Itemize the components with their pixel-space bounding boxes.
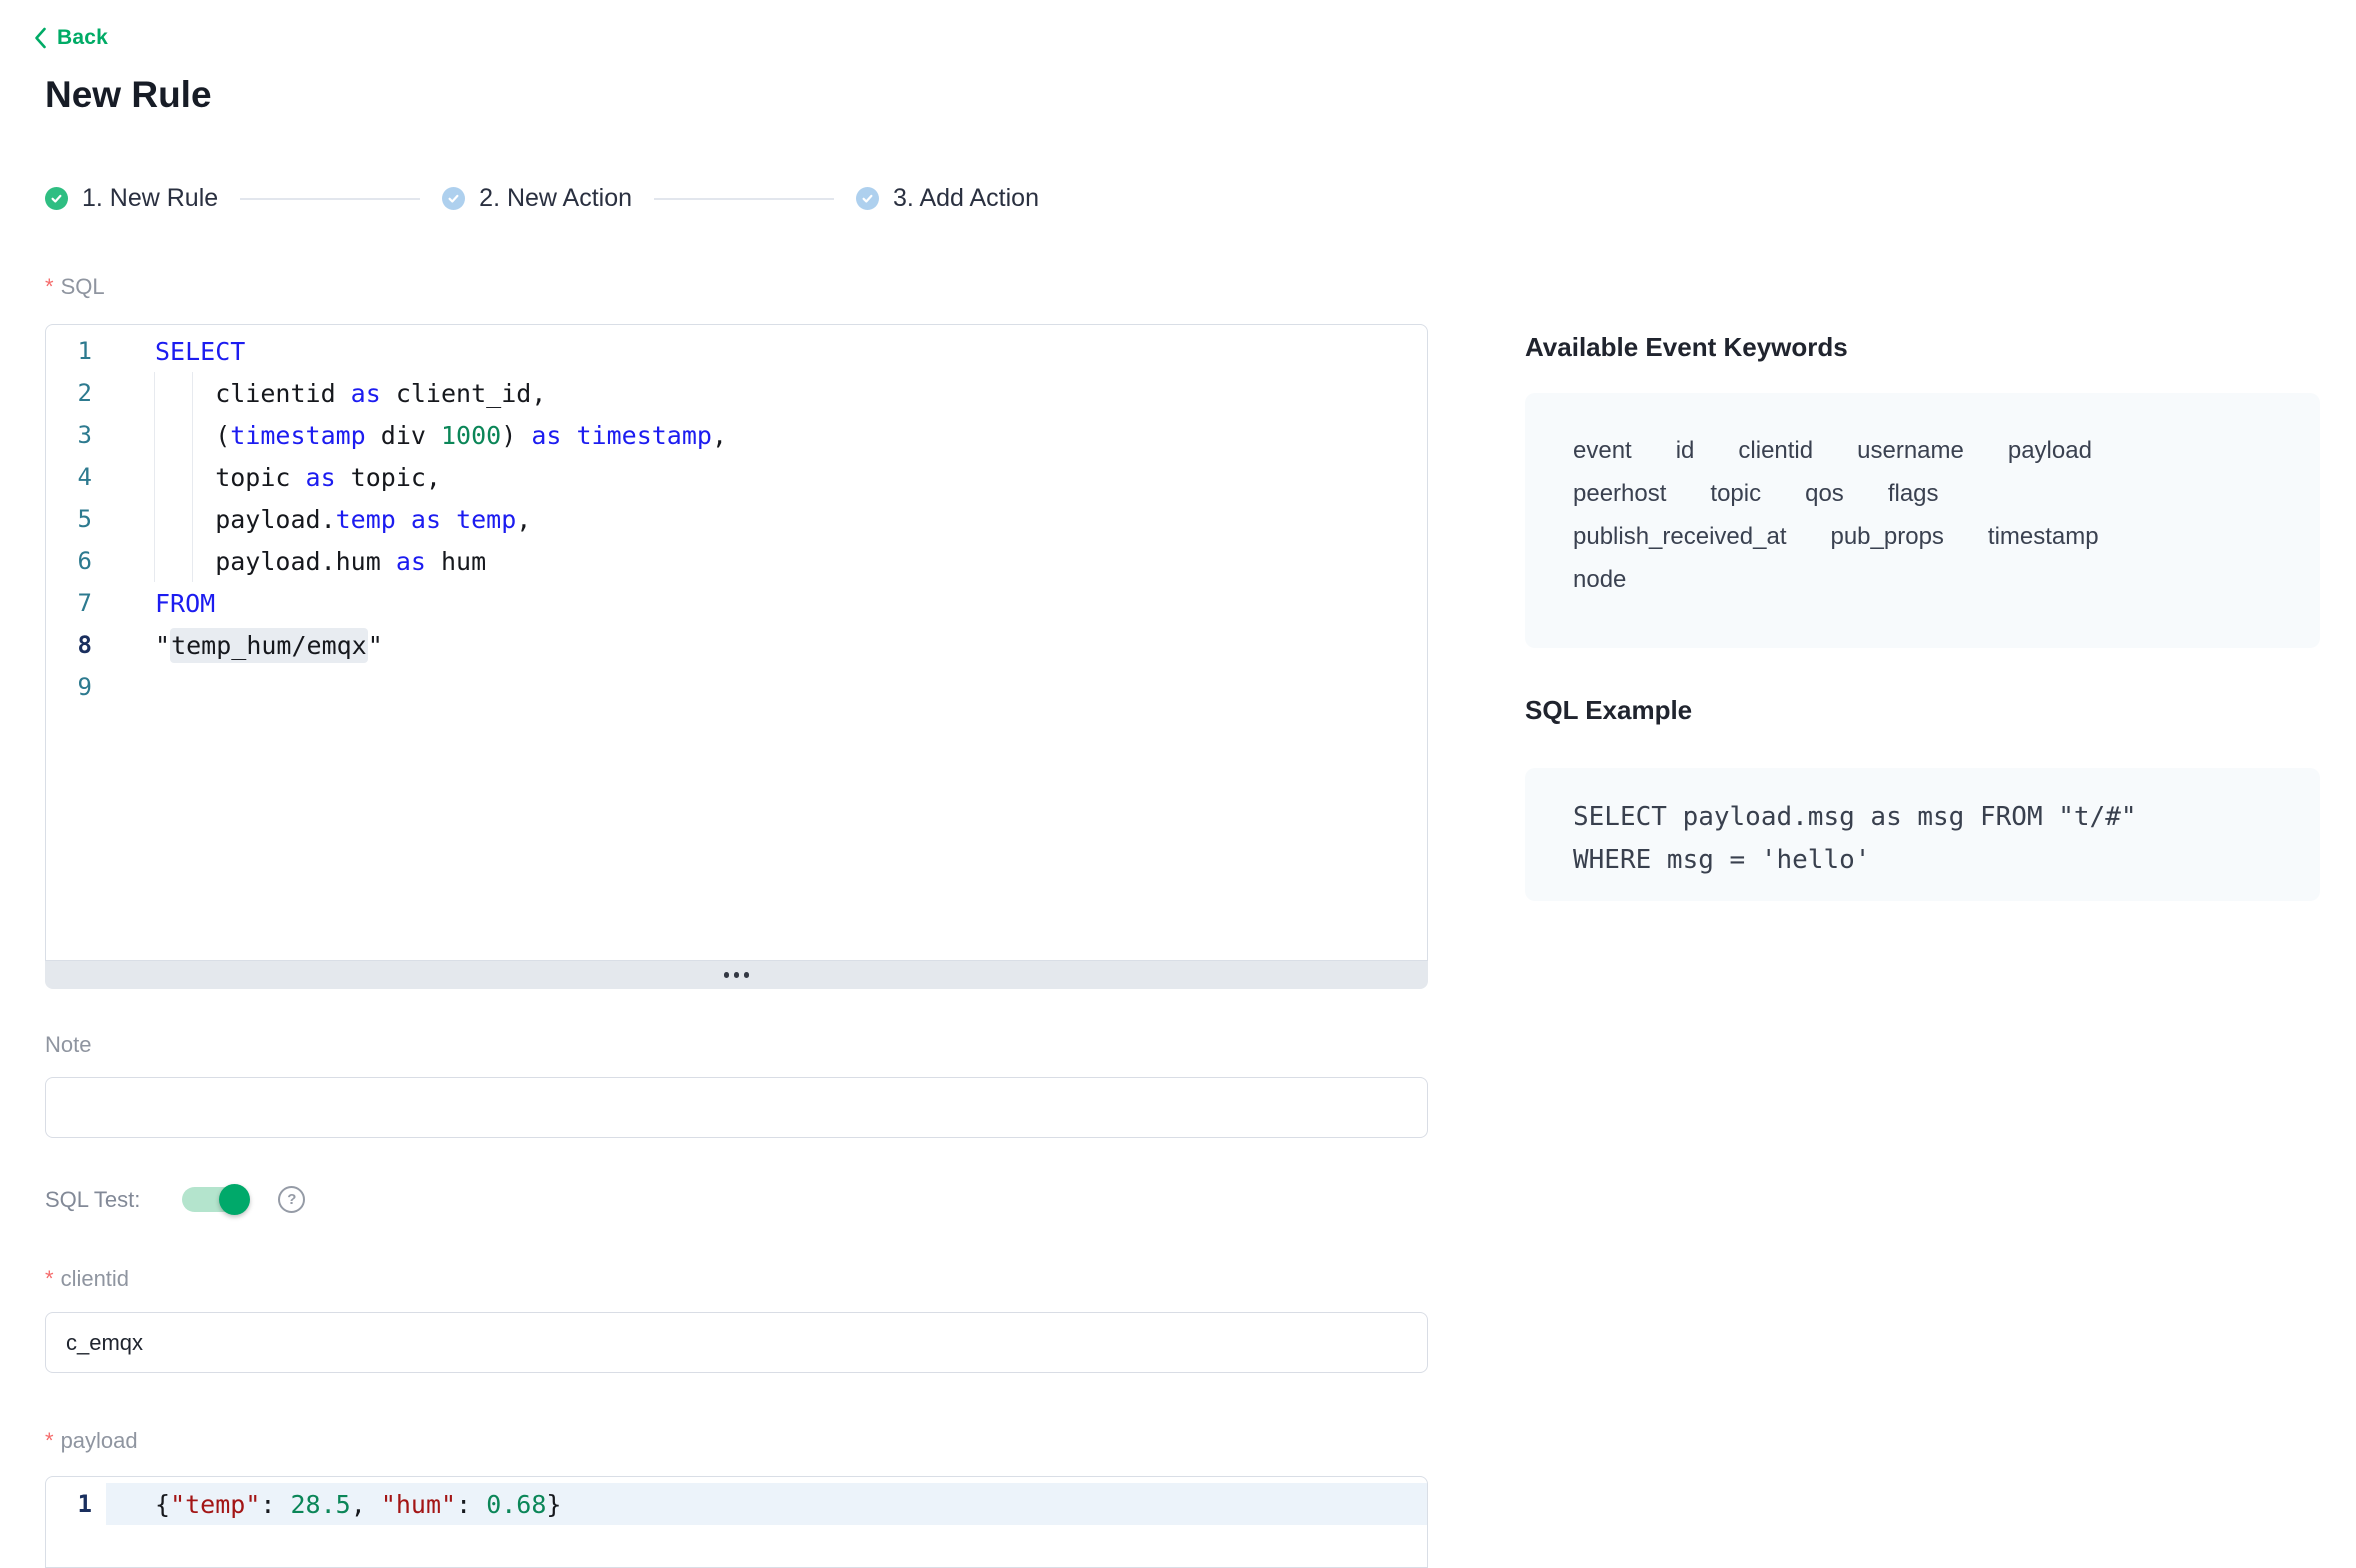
- code-text: clientid as client_id,: [92, 379, 546, 408]
- sql-example-line: SELECT payload.msg as msg FROM "t/#": [1573, 796, 2300, 839]
- keyword-item: event: [1573, 437, 1632, 465]
- indent-guide: [192, 372, 193, 582]
- code-line: 5 payload.temp as temp,: [46, 498, 1427, 540]
- event-keywords-box: event id clientid username payload peerhost to…: [1525, 393, 2320, 648]
- keywords-panel-title: Available Event Keywords: [1525, 332, 1848, 363]
- code-line: 8"temp_hum/emqx": [46, 624, 1427, 666]
- keyword-item: flags: [1888, 480, 1939, 508]
- payload-field-label: *payload: [45, 1428, 138, 1454]
- step-label: 1. New Rule: [82, 184, 218, 213]
- step-label: 2. New Action: [479, 184, 632, 213]
- keyword-item: node: [1573, 566, 1626, 594]
- line-number: 3: [46, 421, 92, 449]
- sql-code-editor[interactable]: 1SELECT2 clientid as client_id,3 (timest…: [45, 324, 1428, 961]
- sql-example-line: WHERE msg = 'hello': [1573, 839, 2300, 882]
- check-circle-icon: [856, 187, 879, 210]
- step-new-rule[interactable]: 1. New Rule: [45, 184, 218, 213]
- resize-dots-icon: [724, 972, 729, 978]
- line-number: 5: [46, 505, 92, 533]
- check-circle-icon: [45, 187, 68, 210]
- code-line: 1 {"temp": 28.5, "hum": 0.68}: [46, 1483, 1427, 1525]
- back-label: Back: [57, 26, 108, 50]
- stepper: 1. New Rule 2. New Action 3. Add Action: [45, 184, 1039, 213]
- code-line: 6 payload.hum as hum: [46, 540, 1427, 582]
- toggle-knob: [219, 1184, 250, 1215]
- code-text: {"temp": 28.5, "hum": 0.68}: [106, 1483, 1427, 1525]
- step-connector: [240, 198, 420, 200]
- page-title: New Rule: [45, 74, 212, 116]
- code-text: topic as topic,: [92, 463, 441, 492]
- keyword-item: timestamp: [1988, 523, 2099, 551]
- code-text: (timestamp div 1000) as timestamp,: [92, 421, 727, 450]
- code-text: SELECT: [92, 337, 245, 366]
- sql-field-label: *SQL: [45, 274, 105, 300]
- line-number: 9: [46, 673, 92, 701]
- required-marker: *: [45, 1266, 54, 1291]
- sql-example-title: SQL Example: [1525, 695, 1692, 726]
- sql-test-label: SQL Test:: [45, 1187, 140, 1213]
- required-marker: *: [45, 274, 54, 299]
- keyword-item: id: [1676, 437, 1695, 465]
- code-line: 3 (timestamp div 1000) as timestamp,: [46, 414, 1427, 456]
- code-line: 1SELECT: [46, 330, 1427, 372]
- line-number: 7: [46, 589, 92, 617]
- step-add-action[interactable]: 3. Add Action: [856, 184, 1039, 213]
- clientid-field-label: *clientid: [45, 1266, 129, 1292]
- code-line: 7FROM: [46, 582, 1427, 624]
- editor-resize-handle[interactable]: [45, 961, 1428, 989]
- keyword-item: payload: [2008, 437, 2092, 465]
- check-circle-icon: [442, 187, 465, 210]
- line-number: 4: [46, 463, 92, 491]
- chevron-left-icon: [33, 27, 48, 49]
- code-text: payload.hum as hum: [92, 547, 486, 576]
- code-line: 2 clientid as client_id,: [46, 372, 1427, 414]
- code-line: 4 topic as topic,: [46, 456, 1427, 498]
- sql-test-row: SQL Test: ?: [45, 1186, 305, 1213]
- sql-test-toggle[interactable]: [182, 1187, 248, 1212]
- line-number: 1: [46, 337, 92, 365]
- required-marker: *: [45, 1428, 54, 1453]
- keyword-item: peerhost: [1573, 480, 1666, 508]
- code-text: payload.temp as temp,: [92, 505, 531, 534]
- sql-example-box: SELECT payload.msg as msg FROM "t/#"WHER…: [1525, 768, 2320, 901]
- help-icon[interactable]: ?: [278, 1186, 305, 1213]
- keyword-item: pub_props: [1830, 523, 1943, 551]
- note-input[interactable]: [45, 1077, 1428, 1138]
- line-number: 6: [46, 547, 92, 575]
- clientid-input[interactable]: [45, 1312, 1428, 1373]
- payload-code-editor[interactable]: 1 {"temp": 28.5, "hum": 0.68}: [45, 1476, 1428, 1568]
- code-line: 9: [46, 666, 1427, 708]
- line-number: 2: [46, 379, 92, 407]
- indent-guide: [154, 372, 155, 582]
- step-label: 3. Add Action: [893, 184, 1039, 213]
- keyword-item: qos: [1805, 480, 1844, 508]
- step-new-action[interactable]: 2. New Action: [442, 184, 632, 213]
- step-connector: [654, 198, 834, 200]
- keyword-item: username: [1857, 437, 1964, 465]
- keyword-item: topic: [1710, 480, 1761, 508]
- line-number: 8: [46, 631, 92, 659]
- keyword-item: publish_received_at: [1573, 523, 1786, 551]
- back-link[interactable]: Back: [33, 26, 108, 50]
- code-text: FROM: [92, 589, 215, 618]
- line-number: 1: [46, 1490, 92, 1518]
- new-rule-page: Back New Rule 1. New Rule 2. New Action …: [0, 0, 2356, 1568]
- note-field-label: Note: [45, 1032, 91, 1058]
- keyword-item: clientid: [1738, 437, 1813, 465]
- code-text: "temp_hum/emqx": [92, 631, 383, 660]
